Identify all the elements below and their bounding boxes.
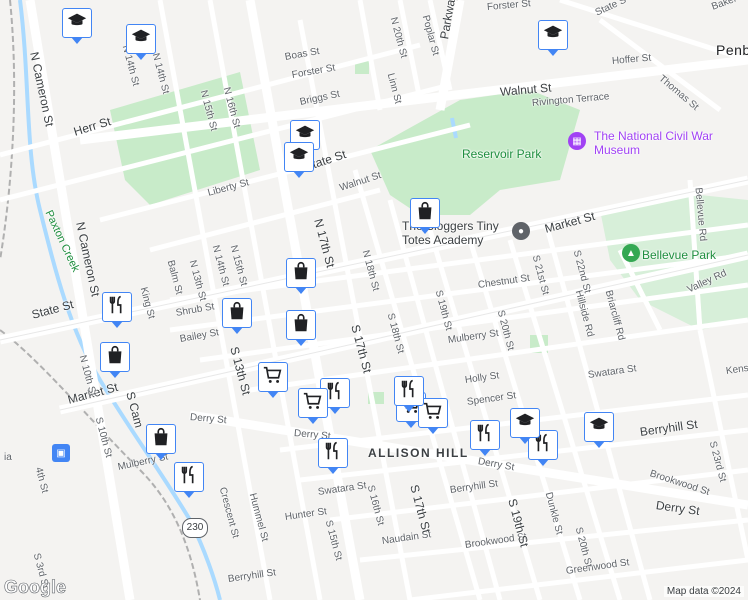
graduation-cap-icon — [542, 22, 564, 49]
map-pin-restaurant[interactable] — [174, 462, 204, 498]
school-place-icon[interactable]: ● — [512, 222, 530, 240]
map-pin-school[interactable] — [284, 142, 314, 178]
graduation-cap-icon — [514, 410, 536, 437]
fork-knife-icon — [398, 378, 420, 405]
map-pin-school[interactable] — [62, 8, 92, 44]
shopping-bag-icon — [226, 300, 248, 327]
map-pin-restaurant[interactable] — [318, 438, 348, 474]
map-attribution: Map data ©2024 — [663, 586, 744, 597]
map-pin-shopping[interactable] — [146, 424, 176, 460]
graduation-cap-icon — [66, 10, 88, 37]
map-pin-grocery[interactable] — [258, 362, 288, 398]
shopping-cart-icon — [422, 400, 444, 427]
label-bellevue-park[interactable]: Bellevue Park — [642, 248, 716, 262]
google-logo: Google — [4, 577, 67, 598]
shopping-bag-icon — [414, 200, 436, 227]
label-ia: ia — [4, 452, 12, 463]
map-pin-school[interactable] — [510, 408, 540, 444]
map-pin-shopping[interactable] — [410, 198, 440, 234]
rail-line-2 — [0, 0, 16, 261]
label-museum[interactable]: The National Civil War Museum — [594, 129, 714, 157]
shopping-bag-icon — [150, 426, 172, 453]
map-pin-grocery[interactable] — [298, 388, 328, 424]
train-station-icon[interactable]: ▣ — [52, 444, 70, 462]
map-pin-restaurant[interactable] — [102, 292, 132, 328]
map-pin-shopping[interactable] — [222, 298, 252, 334]
park-tree-icon[interactable]: ▲ — [622, 244, 640, 262]
shopping-bag-icon — [290, 312, 312, 339]
label-reservoir-park[interactable]: Reservoir Park — [462, 147, 541, 161]
fork-knife-icon — [178, 464, 200, 491]
graduation-cap-icon — [288, 144, 310, 171]
map-pin-school[interactable] — [126, 24, 156, 60]
label-penbrook[interactable]: Penb — [716, 42, 748, 58]
map-pin-restaurant[interactable] — [394, 376, 424, 412]
map-pin-shopping[interactable] — [286, 258, 316, 294]
route-230-shield: 230 — [182, 518, 208, 538]
museum-icon[interactable]: ▦ — [568, 132, 586, 150]
shopping-bag-icon — [104, 344, 126, 371]
map-canvas[interactable]: N Cameron St N Cameron St Paxton Creek H… — [0, 0, 748, 600]
shopping-cart-icon — [262, 364, 284, 391]
graduation-cap-icon — [130, 26, 152, 53]
map-pin-school[interactable] — [584, 412, 614, 448]
fork-knife-icon — [106, 294, 128, 321]
map-pin-restaurant[interactable] — [470, 420, 500, 456]
map-pin-shopping[interactable] — [100, 342, 130, 378]
label-allison-hill[interactable]: ALLISON HILL — [368, 446, 469, 460]
map-pin-shopping[interactable] — [286, 310, 316, 346]
graduation-cap-icon — [588, 414, 610, 441]
shopping-bag-icon — [290, 260, 312, 287]
map-pin-school[interactable] — [538, 20, 568, 56]
fork-knife-icon — [474, 422, 496, 449]
shopping-cart-icon — [302, 390, 324, 417]
fork-knife-icon — [322, 440, 344, 467]
